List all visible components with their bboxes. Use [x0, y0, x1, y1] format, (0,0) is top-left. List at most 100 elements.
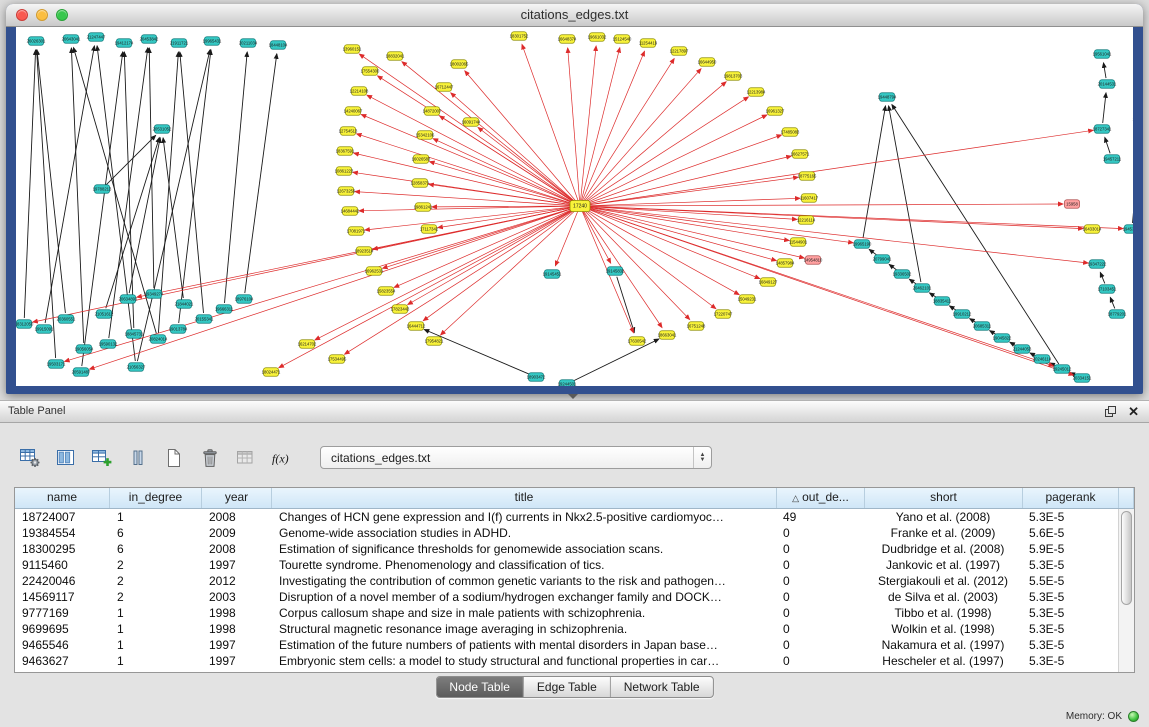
- graph-edge[interactable]: [572, 339, 659, 381]
- graph-edge[interactable]: [163, 138, 183, 298]
- graph-edge[interactable]: [585, 210, 716, 309]
- table-cell[interactable]: 1: [110, 653, 202, 669]
- table-scrollbar[interactable]: [1118, 509, 1134, 672]
- table-cell[interactable]: 5.3E-5: [1022, 637, 1118, 653]
- table-row[interactable]: 946362711997Embryonic stem cells: a mode…: [15, 653, 1118, 669]
- table-row[interactable]: 2242004622012Investigating the contribut…: [15, 573, 1118, 589]
- table-cell[interactable]: 0: [776, 637, 864, 653]
- graph-edge[interactable]: [581, 46, 597, 200]
- table-row[interactable]: 977716911998Corpus callosum shape and si…: [15, 605, 1118, 621]
- table-cell[interactable]: 1997: [202, 557, 272, 573]
- table-cell[interactable]: 1998: [202, 621, 272, 637]
- graph-edge[interactable]: [90, 208, 575, 369]
- graph-edge[interactable]: [586, 206, 797, 219]
- close-window-button[interactable]: [16, 9, 28, 21]
- table-cell[interactable]: 2012: [202, 573, 272, 589]
- table-cell[interactable]: Dudbridge et al. (2008): [864, 541, 1022, 557]
- table-cell[interactable]: 0: [776, 541, 864, 557]
- table-cell[interactable]: Changes of HCN gene expression and I(f) …: [272, 509, 776, 525]
- column-header-in-degree[interactable]: in_degree: [110, 488, 202, 508]
- table-cell[interactable]: 5.3E-5: [1022, 621, 1118, 637]
- table-row[interactable]: 1456911722003Disruption of a novel membe…: [15, 589, 1118, 605]
- create-column-button[interactable]: [88, 444, 115, 471]
- graph-edge[interactable]: [617, 277, 635, 333]
- graph-edge[interactable]: [245, 54, 277, 293]
- graph-edge[interactable]: [583, 211, 611, 263]
- table-cell[interactable]: 1: [110, 605, 202, 621]
- graph-edge[interactable]: [451, 93, 576, 202]
- table-cell[interactable]: Yano et al. (2008): [864, 509, 1022, 525]
- table-mode-button[interactable]: [16, 444, 43, 471]
- table-cell[interactable]: Franke et al. (2009): [864, 525, 1022, 541]
- graph-edge[interactable]: [585, 82, 727, 202]
- graph-edge[interactable]: [71, 48, 83, 343]
- graph-edge[interactable]: [584, 210, 690, 319]
- graph-edge[interactable]: [433, 139, 574, 204]
- table-cell[interactable]: 49: [776, 509, 864, 525]
- graph-edge[interactable]: [1104, 63, 1107, 78]
- graph-edge[interactable]: [583, 59, 674, 201]
- table-cell[interactable]: 9777169: [15, 605, 110, 621]
- table-cell[interactable]: 14569117: [15, 589, 110, 605]
- table-cell[interactable]: 18300295: [15, 541, 110, 557]
- graph-edge[interactable]: [65, 208, 575, 362]
- table-cell[interactable]: Nakamura et al. (1997): [864, 637, 1022, 653]
- graph-edge[interactable]: [124, 52, 134, 328]
- table-cell[interactable]: 5.5E-5: [1022, 573, 1118, 589]
- graph-edge[interactable]: [586, 135, 782, 204]
- graph-edge[interactable]: [37, 50, 56, 358]
- graph-edge[interactable]: [45, 46, 94, 323]
- column-header-pagerank[interactable]: pagerank: [1023, 488, 1119, 508]
- column-header-year[interactable]: year: [202, 488, 272, 508]
- column-header-name[interactable]: name: [15, 488, 110, 508]
- table-cell[interactable]: 5.3E-5: [1022, 653, 1118, 669]
- table-cell[interactable]: 9115460: [15, 557, 110, 573]
- table-cell[interactable]: Tourette syndrome. Phenomenology and cla…: [272, 557, 776, 573]
- splitter-handle[interactable]: [568, 394, 578, 399]
- graph-edge[interactable]: [478, 128, 575, 203]
- table-cell[interactable]: 1998: [202, 605, 272, 621]
- table-cell[interactable]: Genome-wide association studies in ADHD.: [272, 525, 776, 541]
- table-cell[interactable]: 1: [110, 637, 202, 653]
- scrollbar-thumb[interactable]: [1121, 511, 1132, 605]
- table-cell[interactable]: 2: [110, 573, 202, 589]
- table-row[interactable]: 969969511998Structural magnetic resonanc…: [15, 621, 1118, 637]
- graph-edge[interactable]: [359, 54, 575, 203]
- graph-edge[interactable]: [1100, 272, 1105, 283]
- graph-edge[interactable]: [1105, 138, 1110, 154]
- network-graph[interactable]: 1724018832041175543001221410814240067127…: [16, 27, 1133, 386]
- table-cell[interactable]: 2008: [202, 541, 272, 557]
- graph-edge[interactable]: [37, 50, 65, 313]
- table-cell[interactable]: 2008: [202, 509, 272, 525]
- table-cell[interactable]: 0: [776, 653, 864, 669]
- graph-edge[interactable]: [586, 207, 1088, 263]
- graph-edge[interactable]: [586, 198, 800, 206]
- graph-edge[interactable]: [24, 50, 35, 318]
- tab-edge-table[interactable]: Edge Table: [524, 677, 611, 697]
- row-height-button[interactable]: [124, 444, 151, 471]
- table-row[interactable]: 1938455462009Genome-wide association stu…: [15, 525, 1118, 541]
- table-cell[interactable]: 1997: [202, 637, 272, 653]
- graph-edge[interactable]: [408, 209, 575, 305]
- table-row[interactable]: 1872400712008Changes of HCN gene express…: [15, 509, 1118, 525]
- graph-edge[interactable]: [1110, 297, 1115, 308]
- graph-edge[interactable]: [586, 156, 791, 205]
- table-cell[interactable]: 19384554: [15, 525, 110, 541]
- table-cell[interactable]: Tibbo et al. (1998): [864, 605, 1022, 621]
- window-titlebar[interactable]: citations_edges.txt: [6, 4, 1143, 27]
- graph-edge[interactable]: [889, 106, 921, 282]
- table-cell[interactable]: Estimation of the future numbers of pati…: [272, 637, 776, 653]
- delete-table-button[interactable]: [196, 444, 223, 471]
- table-cell[interactable]: 9699695: [15, 621, 110, 637]
- show-columns-button[interactable]: [52, 444, 79, 471]
- table-cell[interactable]: Investigating the contribution of common…: [272, 573, 776, 589]
- table-cell[interactable]: Hescheler et al. (1997): [864, 653, 1022, 669]
- tab-network-table[interactable]: Network Table: [611, 677, 713, 697]
- graph-edge[interactable]: [129, 138, 160, 293]
- table-cell[interactable]: 5.9E-5: [1022, 541, 1118, 557]
- table-cell[interactable]: 18724007: [15, 509, 110, 525]
- graph-edge[interactable]: [440, 116, 575, 203]
- table-cell[interactable]: 9463627: [15, 653, 110, 669]
- table-row[interactable]: 1830029562008Estimation of significance …: [15, 541, 1118, 557]
- table-cell[interactable]: 2: [110, 557, 202, 573]
